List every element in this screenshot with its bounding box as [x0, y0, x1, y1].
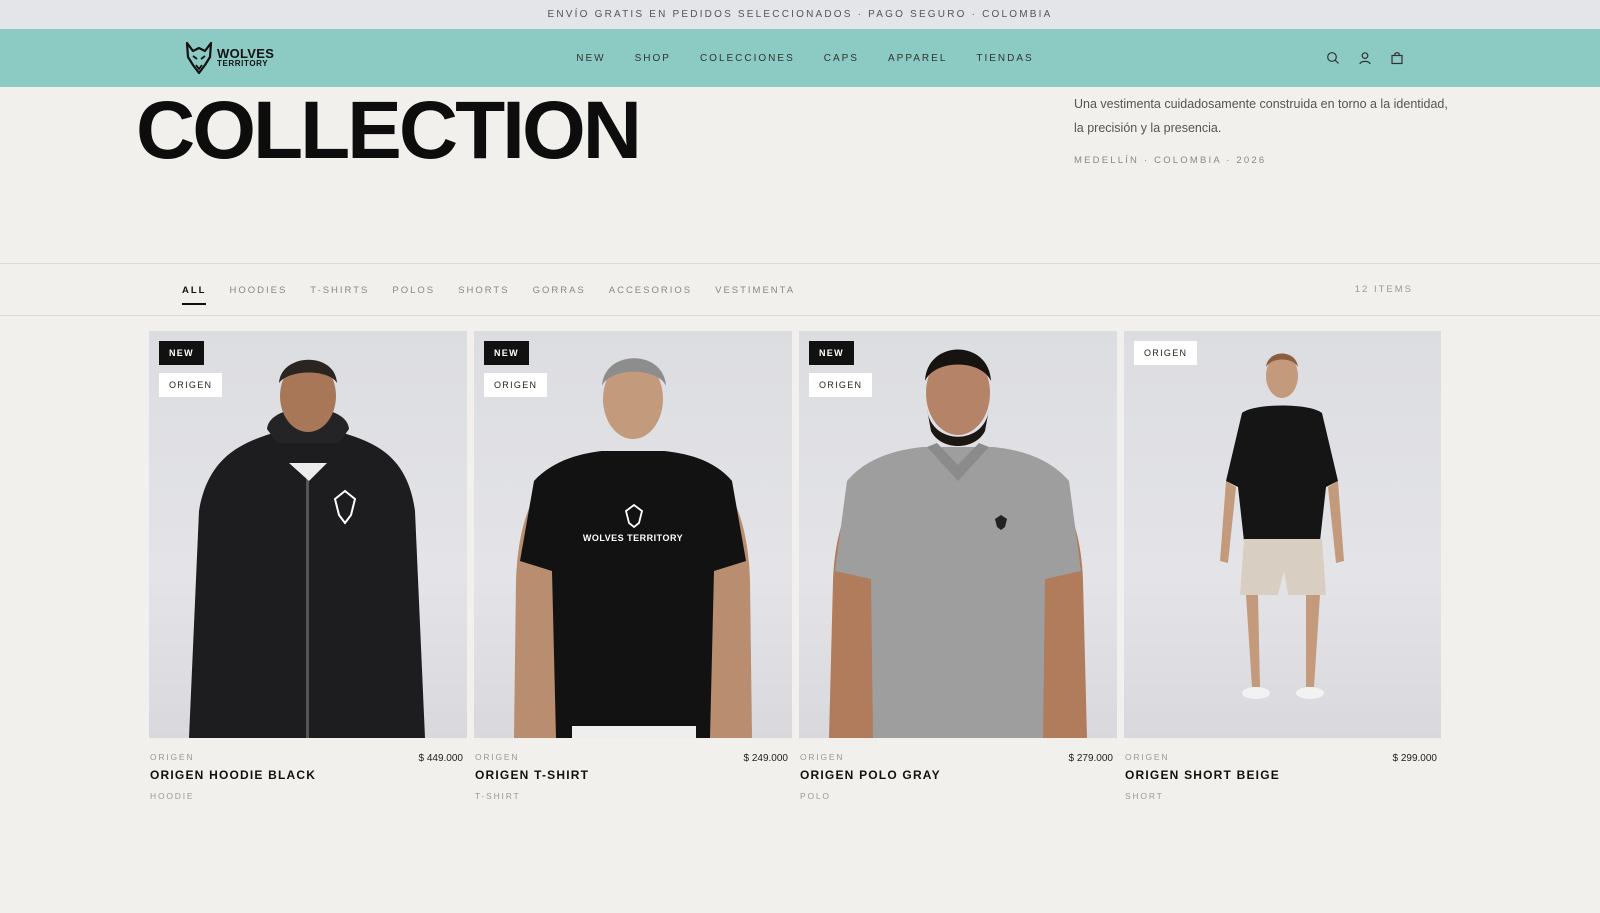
tab-all[interactable]: ALL: [182, 279, 207, 305]
product-image[interactable]: ORIGEN: [1124, 331, 1441, 738]
wolf-logo-icon: [185, 41, 213, 75]
brand-logo[interactable]: WOLVES TERRITORY: [184, 39, 274, 77]
brand-name-line2: TERRITORY: [217, 59, 269, 69]
category-tabs: ALL HOODIES T-SHIRTS POLOS SHORTS GORRAS…: [182, 264, 795, 316]
product-collection: ORIGEN: [150, 752, 195, 762]
nav-item-apparel[interactable]: APPAREL: [888, 53, 947, 64]
tab-polos[interactable]: POLOS: [392, 279, 435, 302]
user-icon: [1359, 52, 1371, 65]
product-name[interactable]: ORIGEN HOODIE BLACK: [150, 768, 316, 782]
nav-item-caps[interactable]: CAPS: [824, 53, 859, 64]
new-badge: NEW: [809, 341, 854, 365]
tab-shorts[interactable]: SHORTS: [458, 279, 509, 302]
product-card[interactable]: ORIGEN ORIGEN $ 299.000 ORIGEN SHORT BEI…: [1124, 331, 1441, 808]
new-badge: NEW: [159, 341, 204, 365]
collection-tag: ORIGEN: [159, 373, 223, 397]
announcement-bar: ENVÍO GRATIS EN PEDIDOS SELECCIONADOS · …: [0, 0, 1600, 29]
tab-t-shirts[interactable]: T-SHIRTS: [310, 279, 369, 302]
nav-item-new[interactable]: NEW: [576, 53, 605, 64]
tab-vestimenta[interactable]: VESTIMENTA: [715, 279, 795, 302]
search-button[interactable]: [1324, 49, 1342, 67]
hero-description: Una vestimenta cuidadosamente construida…: [1074, 97, 1448, 135]
hero-meta: MEDELLÍN · COLOMBIA · 2026: [1074, 155, 1267, 166]
product-category: HOODIE: [150, 791, 195, 801]
nav-item-shop[interactable]: SHOP: [635, 53, 671, 64]
item-count: 12 ITEMS: [1354, 284, 1413, 295]
announcement-text: ENVÍO GRATIS EN PEDIDOS SELECCIONADOS · …: [547, 9, 1053, 20]
product-price: $ 249.000: [743, 753, 789, 764]
product-collection: ORIGEN: [1125, 752, 1170, 762]
product-category: POLO: [800, 791, 831, 801]
site-header: WOLVES TERRITORY NEW SHOP COLECCIONES CA…: [0, 29, 1600, 87]
product-name[interactable]: ORIGEN T-SHIRT: [475, 768, 589, 782]
product-collection: ORIGEN: [475, 752, 520, 762]
new-badge: NEW: [484, 341, 529, 365]
product-price: $ 299.000: [1392, 753, 1438, 764]
tab-gorras[interactable]: GORRAS: [533, 279, 586, 302]
nav-item-colecciones[interactable]: COLECCIONES: [700, 53, 795, 64]
short-model-photo: [1220, 353, 1344, 699]
page-title: COLLECTION: [136, 85, 642, 176]
search-icon: [1327, 52, 1339, 64]
product-card[interactable]: NEW ORIGEN ORIGEN $ 279.000 ORIGEN POLO …: [799, 331, 1117, 808]
account-button[interactable]: [1356, 49, 1374, 67]
product-name[interactable]: ORIGEN SHORT BEIGE: [1125, 768, 1280, 782]
tab-accesorios[interactable]: ACCESORIOS: [609, 279, 692, 302]
collection-tag: ORIGEN: [484, 373, 548, 397]
product-category: SHORT: [1125, 791, 1164, 801]
cart-button[interactable]: [1388, 49, 1406, 67]
product-name[interactable]: ORIGEN POLO GRAY: [800, 768, 941, 782]
tab-hoodies[interactable]: HOODIES: [229, 279, 287, 302]
shirt-print-text: WOLVES TERRITORY: [583, 533, 683, 543]
nav-item-tiendas[interactable]: TIENDAS: [976, 53, 1033, 64]
product-image[interactable]: NEW ORIGEN: [799, 331, 1117, 738]
collection-tag: ORIGEN: [1134, 341, 1198, 365]
header-actions: [1324, 49, 1406, 67]
product-category: T-SHIRT: [475, 791, 521, 801]
product-collection: ORIGEN: [800, 752, 845, 762]
product-card[interactable]: NEW ORIGEN ORIGEN $ 449.000 ORIGEN HOODI…: [149, 331, 467, 808]
product-grid: NEW ORIGEN ORIGEN $ 449.000 ORIGEN HOODI…: [149, 331, 1441, 808]
product-image[interactable]: NEW ORIGEN: [149, 331, 467, 738]
collection-tag: ORIGEN: [809, 373, 873, 397]
product-price: $ 449.000: [418, 753, 464, 764]
product-card[interactable]: WOLVES TERRITORY NEW ORIGEN ORIGEN $ 249…: [474, 331, 792, 808]
filter-bar: ALL HOODIES T-SHIRTS POLOS SHORTS GORRAS…: [0, 263, 1600, 316]
bag-icon: [1391, 52, 1403, 65]
product-price: $ 279.000: [1068, 753, 1114, 764]
product-image[interactable]: WOLVES TERRITORY NEW ORIGEN: [474, 331, 792, 738]
